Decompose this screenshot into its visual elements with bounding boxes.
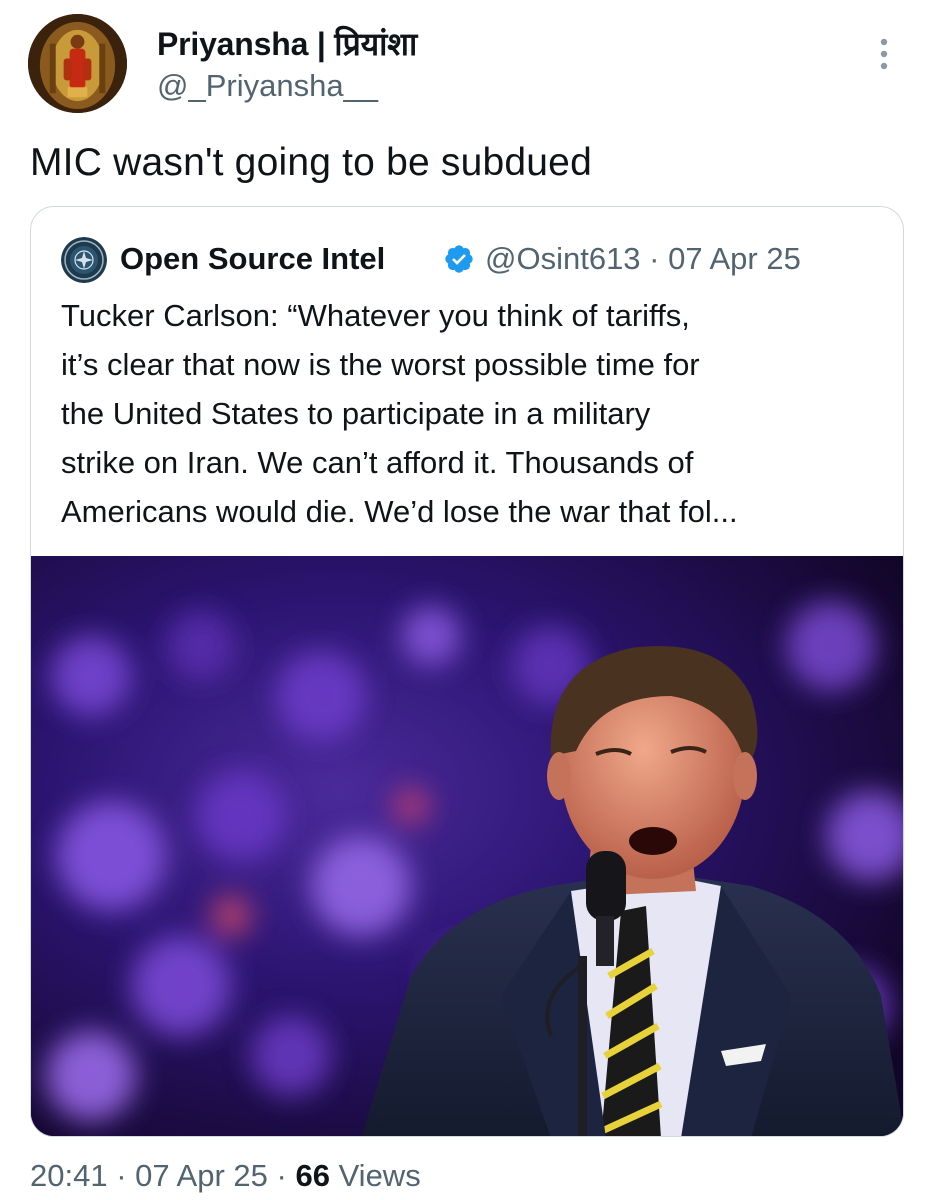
more-options-button[interactable] <box>866 36 902 72</box>
quoted-author-handle[interactable]: @Osint613 <box>485 241 641 276</box>
author-display-name[interactable]: Priyansha | प्रियांशा <box>157 22 417 65</box>
quoted-text-line: Tucker Carlson: “Whatever you think of t… <box>61 298 690 333</box>
tweet: Priyansha | प्रियांशा @_Priyansha__ MIC … <box>0 0 933 1200</box>
quoted-author-avatar[interactable] <box>61 237 107 283</box>
quoted-tweet-header: Open Source Intel @Osint613 · 07 Apr 25 <box>31 235 903 283</box>
more-vertical-icon <box>880 38 888 70</box>
quoted-tweet-photo[interactable] <box>31 556 903 1136</box>
tweet-time[interactable]: 20:41 <box>30 1158 108 1193</box>
footer-separator: · <box>116 1158 127 1193</box>
quoted-text-line: strike on Iran. We can’t afford it. Thou… <box>61 445 694 480</box>
author-handle[interactable]: @_Priyansha__ <box>157 68 378 104</box>
quoted-text-line: Americans would die. We’d lose the war t… <box>61 494 738 529</box>
quoted-text-line: it’s clear that now is the worst possibl… <box>61 347 700 382</box>
quoted-tweet-meta: @Osint613 · 07 Apr 25 <box>485 241 801 277</box>
views-label: Views <box>338 1158 421 1193</box>
views-count: 66 <box>295 1158 330 1193</box>
meta-separator: · <box>649 241 660 276</box>
quoted-tweet-date[interactable]: 07 Apr 25 <box>668 241 801 276</box>
quoted-tweet-text: Tucker Carlson: “Whatever you think of t… <box>61 291 891 536</box>
tweet-text: MIC wasn't going to be subdued <box>30 141 592 184</box>
tweet-date[interactable]: 07 Apr 25 <box>135 1158 268 1193</box>
quoted-text-line: the United States to participate in a mi… <box>61 396 651 431</box>
author-avatar[interactable] <box>28 14 127 113</box>
quoted-tweet-card[interactable]: Open Source Intel @Osint613 · 07 Apr 25 … <box>30 206 904 1137</box>
verified-badge-icon <box>445 245 473 273</box>
quoted-author-name[interactable]: Open Source Intel <box>120 241 385 277</box>
footer-separator: · <box>276 1158 287 1193</box>
tweet-footer: 20:41 · 07 Apr 25 · 66 Views <box>30 1158 421 1194</box>
